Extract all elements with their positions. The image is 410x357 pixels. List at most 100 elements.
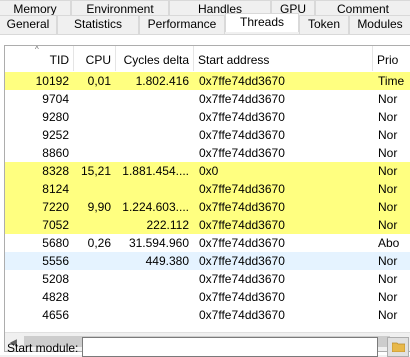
column-header-tid[interactable]: ^ TID xyxy=(5,46,74,71)
cell-priority: Nor xyxy=(378,92,398,106)
tab-performance[interactable]: Performance xyxy=(139,15,225,34)
cell-priority: Nor xyxy=(378,218,398,232)
cell-cycles-delta: 449.380 xyxy=(145,254,189,268)
tab-token[interactable]: Token xyxy=(299,15,349,34)
cell-start-address: 0x7ffe74dd3670 xyxy=(199,200,285,214)
column-header-cpu-label: CPU xyxy=(85,53,111,67)
cell-cycles-delta xyxy=(116,108,194,126)
cell-tid: 8124 xyxy=(42,182,69,196)
cell-priority: Nor xyxy=(378,146,398,160)
cell-priority: Nor xyxy=(378,290,398,304)
table-row[interactable]: 8328 15,21 1.881.454.... 0x0 Nor xyxy=(5,162,410,180)
cell-cpu xyxy=(74,180,116,198)
table-header: ^ TID CPU Cycles delta Start address Pri… xyxy=(5,46,410,71)
column-header-address-label: Start address xyxy=(198,53,270,67)
tab-modules[interactable]: Modules xyxy=(349,15,410,34)
table-row[interactable]: 4656 0x7ffe74dd3670 Nor xyxy=(5,306,410,324)
cell-tid: 4656 xyxy=(42,308,69,322)
cell-start-address: 0x7ffe74dd3670 xyxy=(199,254,285,268)
tab-general[interactable]: General xyxy=(0,15,57,34)
table-row[interactable]: 4828 0x7ffe74dd3670 Nor xyxy=(5,288,410,306)
cell-tid: 9704 xyxy=(42,92,69,106)
column-header-start-address[interactable]: Start address xyxy=(194,46,373,71)
threads-table[interactable]: ^ TID CPU Cycles delta Start address Pri… xyxy=(4,45,410,352)
cell-start-address: 0x7ffe74dd3670 xyxy=(199,308,285,322)
column-header-tid-label: TID xyxy=(49,53,69,67)
cell-tid: 5556 xyxy=(42,254,69,268)
tab-threads[interactable]: Threads xyxy=(225,13,299,32)
cell-cycles-delta: 222.112 xyxy=(146,218,190,232)
cell-tid: 7052 xyxy=(42,218,69,232)
cell-cycles-delta xyxy=(116,144,194,162)
cell-cpu: 15,21 xyxy=(80,164,111,178)
cell-tid: 4828 xyxy=(42,290,69,304)
cell-cycles-delta xyxy=(116,90,194,108)
table-row[interactable]: 9252 0x7ffe74dd3670 Nor xyxy=(5,126,410,144)
tab-statistics[interactable]: Statistics xyxy=(57,15,139,34)
cell-start-address: 0x7ffe74dd3670 xyxy=(199,290,285,304)
table-row[interactable]: 5680 0,26 31.594.960 0x7ffe74dd3670 Abo xyxy=(5,234,410,252)
cell-tid: 9280 xyxy=(42,110,69,124)
table-row[interactable]: 8860 0x7ffe74dd3670 Nor xyxy=(5,144,410,162)
cell-start-address: 0x0 xyxy=(199,164,219,178)
cell-cycles-delta xyxy=(116,126,194,144)
cell-tid: 7220 xyxy=(42,200,69,214)
cell-priority: Nor xyxy=(378,182,398,196)
cell-start-address: 0x7ffe74dd3670 xyxy=(199,92,285,106)
cell-start-address: 0x7ffe74dd3670 xyxy=(199,236,285,250)
cell-start-address: 0x7ffe74dd3670 xyxy=(199,128,285,142)
start-module-field[interactable] xyxy=(82,337,378,357)
cell-priority: Time xyxy=(378,74,405,88)
cell-start-address: 0x7ffe74dd3670 xyxy=(199,74,285,88)
browse-folder-button[interactable] xyxy=(387,337,409,357)
cell-cpu xyxy=(74,144,116,162)
folder-icon xyxy=(392,342,405,352)
table-row[interactable]: 7052 222.112 0x7ffe74dd3670 Nor xyxy=(5,216,410,234)
table-row[interactable]: 10192 0,01 1.802.416 0x7ffe74dd3670 Time xyxy=(5,72,410,90)
table-row[interactable]: 5556 449.380 0x7ffe74dd3670 Nor xyxy=(5,252,410,270)
column-header-cycles-label: Cycles delta xyxy=(123,53,189,67)
tab-row-2: General Statistics Performance Threads T… xyxy=(0,13,410,34)
cell-cycles-delta xyxy=(116,288,194,306)
column-header-priority[interactable]: Prio xyxy=(373,46,410,71)
cell-cpu xyxy=(74,288,116,306)
cell-cycles-delta: 31.594.960 xyxy=(128,236,189,250)
cell-priority: Abo xyxy=(378,236,400,250)
column-header-cpu[interactable]: CPU xyxy=(74,46,116,71)
cell-priority: Nor xyxy=(378,200,398,214)
cell-cpu xyxy=(74,252,116,270)
table-row[interactable]: 7220 9,90 1.224.603.... 0x7ffe74dd3670 Nor xyxy=(5,198,410,216)
column-header-cycles-delta[interactable]: Cycles delta xyxy=(116,46,194,71)
cell-cycles-delta: 1.881.454.... xyxy=(122,164,189,178)
cell-cycles-delta xyxy=(116,306,194,324)
cell-cpu xyxy=(74,108,116,126)
column-header-priority-label: Prio xyxy=(377,53,399,67)
table-row[interactable]: 9280 0x7ffe74dd3670 Nor xyxy=(5,108,410,126)
cell-priority: Nor xyxy=(378,254,398,268)
cell-tid: 8860 xyxy=(42,146,69,160)
cell-tid: 5680 xyxy=(42,236,69,250)
cell-start-address: 0x7ffe74dd3670 xyxy=(199,272,285,286)
table-row[interactable]: 5208 0x7ffe74dd3670 Nor xyxy=(5,270,410,288)
cell-cycles-delta xyxy=(116,270,194,288)
cell-priority: Nor xyxy=(378,110,398,124)
cell-cycles-delta xyxy=(116,180,194,198)
cell-cpu xyxy=(74,306,116,324)
table-row[interactable]: 8124 0x7ffe74dd3670 Nor xyxy=(5,180,410,198)
cell-cpu: 9,90 xyxy=(87,200,111,214)
threads-panel: ^ TID CPU Cycles delta Start address Pri… xyxy=(0,34,410,355)
cell-cpu xyxy=(74,270,116,288)
cell-priority: Nor xyxy=(378,272,398,286)
cell-tid: 9252 xyxy=(42,128,69,142)
cell-cpu xyxy=(74,216,116,234)
cell-priority: Nor xyxy=(378,308,398,322)
cell-tid: 5208 xyxy=(42,272,69,286)
cell-start-address: 0x7ffe74dd3670 xyxy=(199,146,285,160)
cell-cpu: 0,01 xyxy=(87,74,111,88)
cell-cycles-delta: 1.802.416 xyxy=(135,74,189,88)
cell-cycles-delta: 1.224.603.... xyxy=(122,200,189,214)
cell-priority: Nor xyxy=(378,128,398,142)
table-row[interactable]: 9704 0x7ffe74dd3670 Nor xyxy=(5,90,410,108)
cell-cpu: 0,26 xyxy=(87,236,111,250)
cell-cpu xyxy=(74,90,116,108)
